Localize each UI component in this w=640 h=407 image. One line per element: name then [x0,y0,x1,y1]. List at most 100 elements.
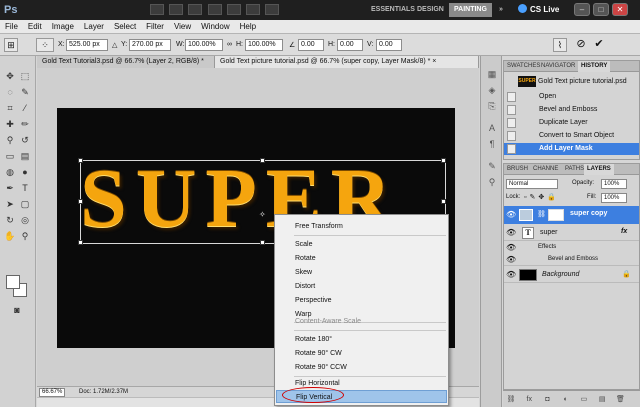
clone-source-panel-icon[interactable]: ⚲ [486,176,498,188]
document-size-info[interactable]: Doc: 1.72M/2.37M [79,387,128,397]
blend-mode-select[interactable]: Normal [506,179,558,189]
reference-point-icon[interactable]: ⁘ [36,38,54,52]
new-layer-icon[interactable]: ▤ [596,394,608,405]
menu-file[interactable]: File [0,20,23,34]
menu-window[interactable]: Window [196,20,234,34]
healing-brush-tool-icon[interactable]: ✚ [3,118,17,131]
adjustment-layer-icon[interactable]: ◐ [560,394,572,405]
hand-tool-icon[interactable]: ✋ [3,230,17,243]
quick-mask-icon[interactable]: ◙ [10,304,24,317]
marquee-tool-icon[interactable]: ⬚ [18,70,32,83]
transform-handle-tl[interactable] [78,158,83,163]
blur-tool-icon[interactable]: ◍ [3,166,17,179]
transform-tool-icon[interactable]: ⊞ [4,38,18,52]
history-brush-tool-icon[interactable]: ↺ [18,134,32,147]
new-group-icon[interactable]: ▭ [578,394,590,405]
gradient-tool-icon[interactable]: ▤ [18,150,32,163]
pen-tool-icon[interactable]: ✒ [3,182,17,195]
link-icon[interactable]: ⛓ [537,209,547,221]
foreground-color-swatch[interactable] [6,275,20,289]
paragraph-panel-icon[interactable]: ¶ [486,138,498,150]
menu-item-skew[interactable]: Skew [276,266,447,279]
h-skew-field[interactable]: 0.00 [337,39,363,51]
fill-field[interactable]: 100% [601,193,627,203]
history-step-add-layer-mask[interactable]: Add Layer Mask [504,143,639,155]
cancel-transform-icon[interactable]: ⊘ [574,38,588,52]
menu-view[interactable]: View [169,20,196,34]
commit-transform-icon[interactable]: ✔ [592,38,606,52]
menu-item-free-transform[interactable]: Free Transform [276,220,447,233]
zoom-tool-icon[interactable]: ⚲ [18,230,32,243]
view-extras-icon[interactable] [188,4,203,15]
link-icon[interactable]: △ [112,41,117,49]
angle-field[interactable]: 0.00 [298,39,324,51]
menu-layer[interactable]: Layer [79,20,109,34]
menu-filter[interactable]: Filter [141,20,169,34]
brush-presets-panel-icon[interactable]: ✎ [486,160,498,172]
opacity-field[interactable]: 100% [601,179,627,189]
link-layers-icon[interactable]: ⛓ [505,394,517,405]
history-step-duplicate-layer[interactable]: Duplicate Layer [504,117,639,129]
path-selection-tool-icon[interactable]: ➤ [3,198,17,211]
layer-row-background[interactable]: 👁 Background 🔒 [504,267,639,283]
tab-brush[interactable]: BRUSH [504,164,531,175]
lasso-tool-icon[interactable]: ◌ [3,86,17,99]
lock-options-icons[interactable]: ▫✎✥🔒 [524,193,559,201]
3d-camera-tool-icon[interactable]: ◎ [18,214,32,227]
menu-item-rotate-90-cw[interactable]: Rotate 90° CW [276,347,447,360]
tab-channels[interactable]: CHANNE [530,164,561,175]
layer-effect-bevel-emboss-row[interactable]: 👁 Bevel and Emboss [504,254,639,266]
character-panel-icon[interactable]: A [486,122,498,134]
brush-tool-icon[interactable]: ✏ [18,118,32,131]
maximize-button[interactable]: □ [593,3,609,16]
menu-item-rotate-90-ccw[interactable]: Rotate 90° CCW [276,361,447,374]
tab-gold-text-picture-tutorial[interactable]: Gold Text picture tutorial.psd @ 66.7% (… [215,56,479,68]
width-field[interactable]: 100.00% [185,39,223,51]
navigator-panel-icon[interactable]: ◈ [486,84,498,96]
dodge-tool-icon[interactable]: ● [18,166,32,179]
height-field[interactable]: 100.00% [245,39,283,51]
transform-handle-b[interactable] [260,240,265,245]
zoom-level-icon[interactable] [207,4,222,15]
tab-history[interactable]: HISTORY [578,61,611,72]
mini-bridge-icon[interactable] [169,4,184,15]
visibility-eye-icon[interactable]: 👁 [506,270,516,280]
screen-mode-icon[interactable] [265,4,280,15]
menu-help[interactable]: Help [235,20,261,34]
menu-item-rotate[interactable]: Rotate [276,252,447,265]
visibility-eye-icon[interactable]: 👁 [506,228,516,238]
layer-row-super-copy[interactable]: 👁 ⛓ super copy [504,206,639,224]
menu-select[interactable]: Select [109,20,141,34]
chain-link-icon[interactable]: ∞ [227,41,232,48]
y-position-field[interactable]: 270.00 px [129,39,171,51]
workspace-design[interactable]: DESIGN [412,3,449,17]
arrange-documents-icon[interactable] [246,4,261,15]
history-panel-icon[interactable]: ⎘ [486,100,498,112]
v-skew-field[interactable]: 0.00 [376,39,402,51]
bridge-icon[interactable] [150,4,164,15]
crop-tool-icon[interactable]: ⌗ [3,102,17,115]
clone-stamp-tool-icon[interactable]: ⚲ [3,134,17,147]
transform-handle-tr[interactable] [441,158,446,163]
transform-center-point-icon[interactable]: ✧ [259,211,267,219]
effects-fx-icon[interactable]: fx [621,228,627,235]
menu-item-rotate-180[interactable]: Rotate 180° [276,333,447,346]
3d-rotate-tool-icon[interactable]: ↻ [3,214,17,227]
type-tool-icon[interactable]: T [18,182,32,195]
minimize-button[interactable]: – [574,3,590,16]
workspace-more-icon[interactable]: » [494,3,508,17]
eyedropper-tool-icon[interactable]: ⁄ [18,102,32,115]
cs-live-button[interactable]: CS Live [518,3,559,17]
transform-handle-t[interactable] [260,158,265,163]
history-snapshot[interactable]: SUPER Gold Text picture tutorial.psd [504,74,639,89]
eraser-tool-icon[interactable]: ▭ [3,150,17,163]
warp-mode-icon[interactable]: ⌇ [553,38,567,52]
visibility-eye-icon[interactable]: 👁 [506,210,516,220]
swatches-panel-icon[interactable]: ▦ [486,68,498,80]
add-layer-style-icon[interactable]: fx [523,394,535,405]
x-position-field[interactable]: 525.00 px [66,39,108,51]
history-step-convert-smart-object[interactable]: Convert to Smart Object [504,130,639,142]
quick-select-tool-icon[interactable]: ✎ [18,86,32,99]
transform-handle-l[interactable] [78,199,83,204]
workspace-painting[interactable]: PAINTING [449,3,492,17]
